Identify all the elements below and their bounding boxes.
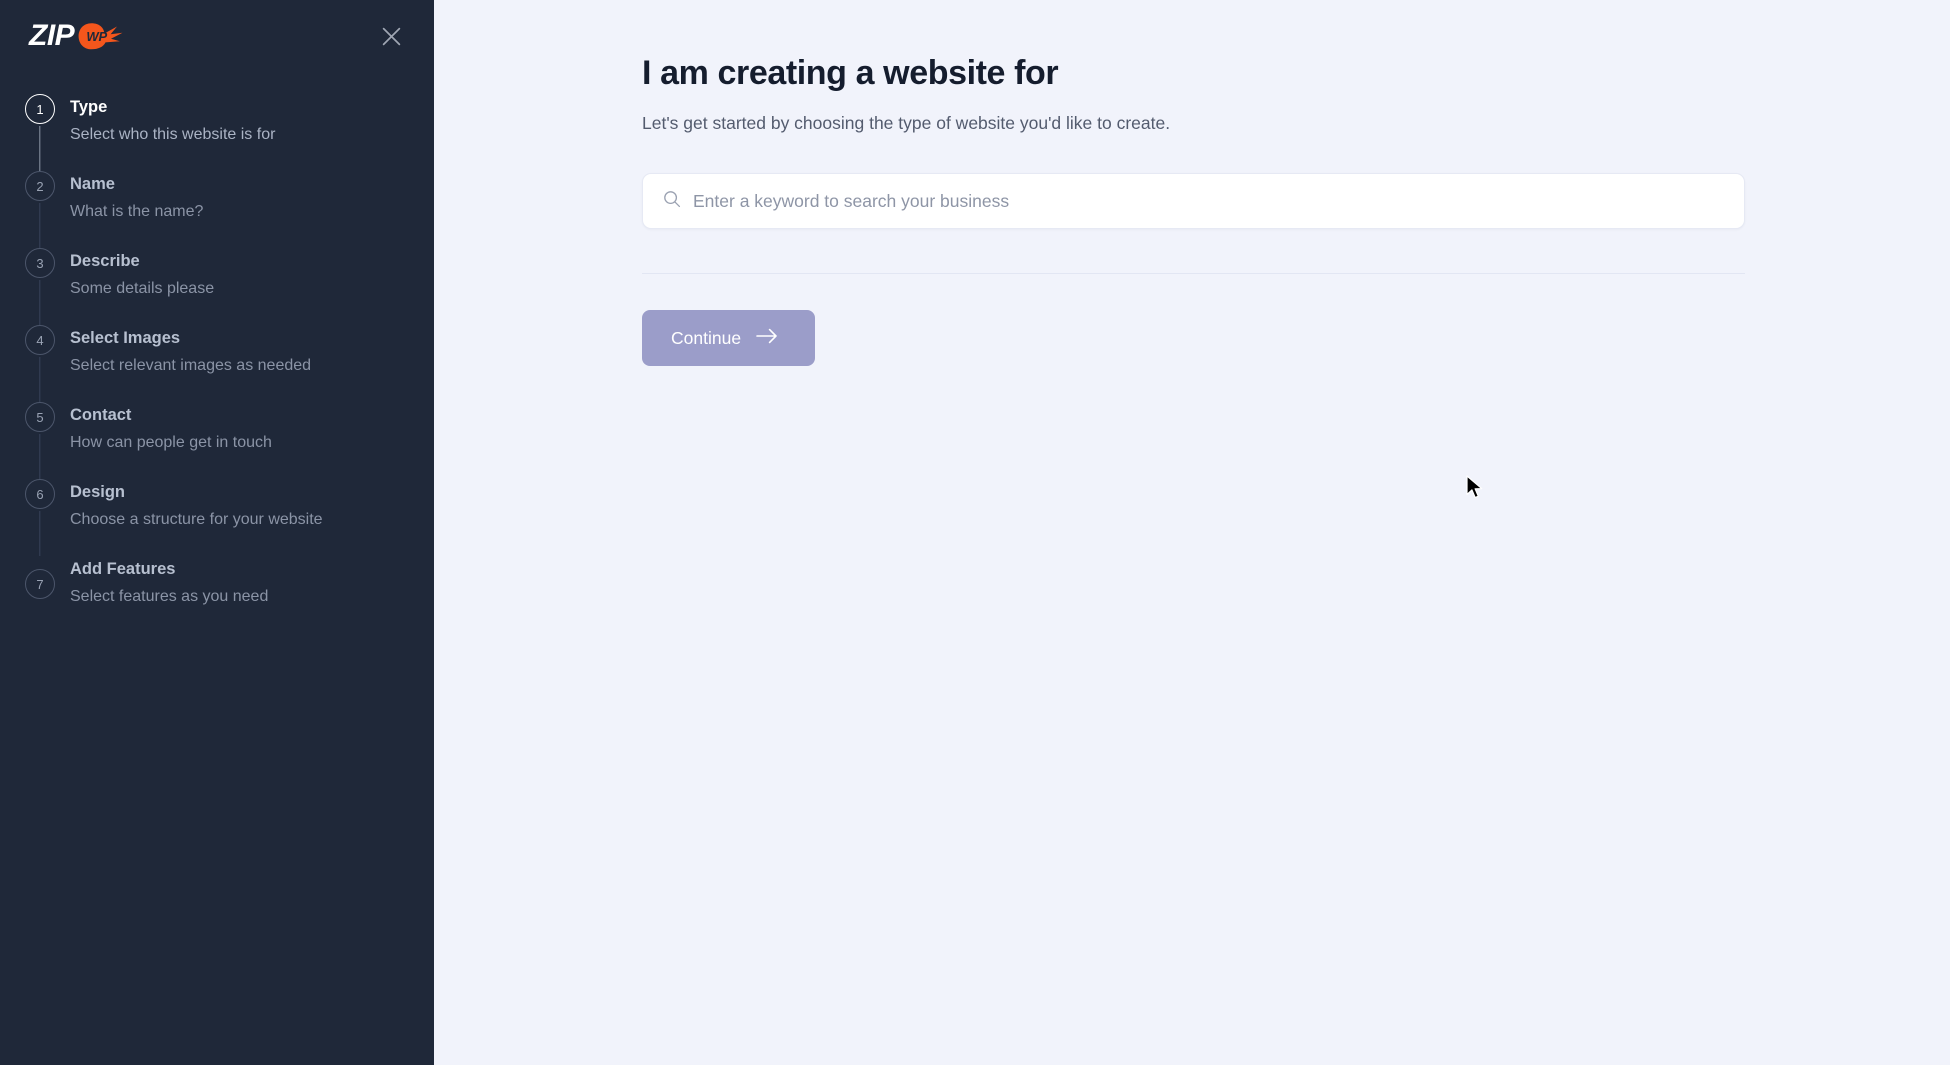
step-list: 1 Type Select who this website is for 2 Name… <box>0 94 434 633</box>
close-icon[interactable] <box>374 19 408 53</box>
step-marker: 1 <box>24 94 56 171</box>
step-item-type[interactable]: 1 Type Select who this website is for <box>24 94 434 171</box>
step-connector-line <box>39 357 41 402</box>
search-icon <box>663 190 681 213</box>
step-number-badge: 4 <box>25 325 55 355</box>
step-subtitle: Select who this website is for <box>70 126 276 144</box>
step-marker: 7 <box>24 556 56 599</box>
step-item-name[interactable]: 2 Name What is the name? <box>24 171 434 248</box>
step-text: Contact How can people get in touch <box>56 402 272 454</box>
step-connector-line <box>39 511 41 556</box>
page-title: I am creating a website for <box>642 54 1059 92</box>
step-subtitle: What is the name? <box>70 203 204 221</box>
sidebar-header: ZIP WP <box>0 0 434 72</box>
logo-wordmark: ZIP <box>29 19 75 52</box>
sidebar: ZIP WP 1 Type Select who this website is f… <box>0 0 434 1065</box>
step-item-add-features[interactable]: 7 Add Features Select features as you need <box>24 556 434 633</box>
step-item-design[interactable]: 6 Design Choose a structure for your websi… <box>24 479 434 556</box>
step-number-badge: 7 <box>25 569 55 599</box>
step-text: Type Select who this website is for <box>56 94 275 146</box>
step-title: Name <box>70 175 115 193</box>
step-connector-line <box>39 434 41 479</box>
main-content: I am creating a website for Let's get st… <box>434 0 1950 1065</box>
step-connector-line <box>39 126 41 171</box>
step-number-badge: 3 <box>25 248 55 278</box>
continue-button-label: Continue <box>671 327 742 348</box>
page-subtitle: Let's get started by choosing the type o… <box>642 112 1171 133</box>
step-title: Design <box>70 483 126 501</box>
step-marker: 6 <box>24 479 56 556</box>
step-number-badge: 6 <box>25 479 55 509</box>
onboarding-screen: ZIP WP 1 Type Select who this website is f… <box>0 0 1950 1065</box>
step-title: Contact <box>70 406 132 424</box>
business-search-field[interactable] <box>642 173 1745 229</box>
zipwp-logo: ZIP WP <box>29 21 124 51</box>
step-text: Describe Some details please <box>56 248 214 300</box>
flame-badge-icon: WP <box>77 21 124 51</box>
section-divider <box>642 273 1745 274</box>
step-connector-line <box>39 203 41 248</box>
step-connector-line <box>39 280 41 325</box>
step-marker: 5 <box>24 402 56 479</box>
step-text: Design Choose a structure for your websit… <box>56 479 323 531</box>
step-subtitle: Some details please <box>70 280 215 298</box>
mouse-cursor <box>1466 475 1486 506</box>
logo-badge-text: WP <box>86 28 107 44</box>
search-input[interactable] <box>693 174 1724 228</box>
step-title: Select Images <box>70 329 181 347</box>
step-text: Name What is the name? <box>56 171 203 223</box>
step-subtitle: How can people get in touch <box>70 434 272 452</box>
step-text: Select Images Select relevant images as n… <box>56 325 311 377</box>
continue-button[interactable]: Continue <box>642 310 815 366</box>
step-number-badge: 1 <box>25 94 55 124</box>
step-title: Add Features <box>70 560 176 578</box>
step-marker: 2 <box>24 171 56 248</box>
arrow-right-icon <box>756 328 778 349</box>
step-subtitle: Select relevant images as needed <box>70 357 312 375</box>
step-marker: 3 <box>24 248 56 325</box>
step-title: Describe <box>70 252 140 270</box>
step-subtitle: Choose a structure for your website <box>70 511 323 529</box>
step-number-badge: 2 <box>25 171 55 201</box>
step-title: Type <box>70 98 108 116</box>
step-number-badge: 5 <box>25 402 55 432</box>
step-marker: 4 <box>24 325 56 402</box>
step-item-contact[interactable]: 5 Contact How can people get in touch <box>24 402 434 479</box>
step-text: Add Features Select features as you need <box>56 556 268 608</box>
step-item-describe[interactable]: 3 Describe Some details please <box>24 248 434 325</box>
step-subtitle: Select features as you need <box>70 588 269 606</box>
step-item-select-images[interactable]: 4 Select Images Select relevant images as … <box>24 325 434 402</box>
